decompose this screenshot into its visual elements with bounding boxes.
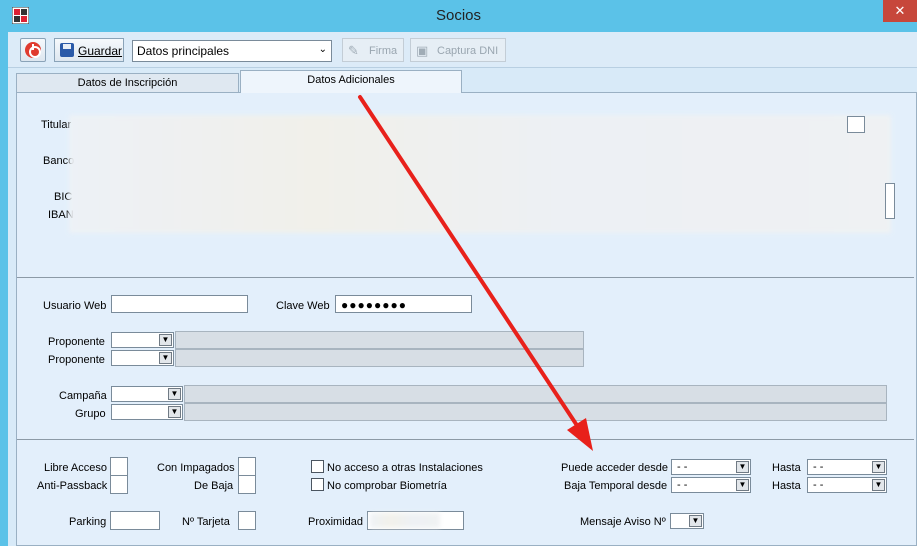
tab-strip: Datos de Inscripción Datos Adicionales	[8, 70, 917, 93]
baja-temporal-desde-value: - -	[677, 479, 688, 491]
baja-temporal-desde-date[interactable]: - - ▼	[671, 477, 751, 493]
window-title: Socios	[435, 7, 482, 24]
usuario-web-label: Usuario Web	[43, 300, 107, 312]
clave-web-value: ●●●●●●●●	[341, 298, 407, 312]
no-comprobar-biometria-checkbox[interactable]	[311, 478, 324, 491]
power-icon	[25, 42, 41, 58]
libre-acceso-label: Libre Acceso	[44, 462, 107, 474]
save-button[interactable]: Guardar	[54, 38, 124, 62]
de-baja-label: De Baja	[194, 480, 234, 492]
proximidad-input[interactable]	[367, 511, 464, 530]
de-baja-field[interactable]	[238, 475, 256, 494]
proponente-2-label: Proponente	[48, 354, 105, 366]
clave-web-label: Clave Web	[276, 300, 330, 312]
grupo-combo[interactable]: ▼	[111, 404, 183, 420]
usuario-web-input[interactable]	[111, 295, 248, 313]
parking-label: Parking	[69, 516, 107, 528]
campana-label: Campaña	[59, 390, 107, 402]
mensaje-aviso-label: Mensaje Aviso Nº	[580, 516, 666, 528]
proponente-2-name	[175, 349, 584, 367]
no-acceso-otras-label: No acceso a otras Instalaciones	[327, 462, 483, 474]
grupo-name	[184, 403, 887, 421]
anti-passback-label: Anti-Passback	[37, 480, 108, 492]
redacted-bank-fields	[69, 115, 891, 233]
id-card-icon: ▣	[416, 43, 429, 58]
no-acceso-otras-checkbox[interactable]	[311, 460, 324, 473]
dropdown-arrow-icon: ▼	[168, 406, 181, 418]
con-impagados-field[interactable]	[238, 457, 256, 476]
puede-acceder-desde-value: - -	[677, 461, 688, 473]
pen-icon: ✎	[348, 43, 359, 58]
redacted-proximidad	[370, 513, 440, 528]
tab-datos-adicionales[interactable]: Datos Adicionales	[240, 70, 462, 93]
save-label: Guardar	[78, 44, 123, 58]
tab-panel-datos-adicionales: Titular Banco BIC IBAN Usuario Web Clave…	[16, 92, 917, 546]
view-select[interactable]: Datos principales ⌄	[132, 40, 332, 62]
title-bar: Socios ✕	[0, 0, 917, 32]
proponente-1-combo[interactable]: ▼	[111, 332, 174, 348]
tab-datos-inscripcion[interactable]: Datos de Inscripción	[16, 73, 239, 93]
dropdown-arrow-icon: ▼	[689, 515, 702, 527]
dropdown-arrow-icon: ▼	[168, 388, 181, 400]
proponente-2-combo[interactable]: ▼	[111, 350, 174, 366]
floppy-disk-icon	[60, 43, 74, 57]
baja-temporal-desde-label: Baja Temporal desde	[564, 480, 668, 492]
hasta-1-date[interactable]: - - ▼	[807, 459, 887, 475]
dropdown-arrow-icon: ▼	[872, 461, 885, 473]
dropdown-arrow-icon: ▼	[872, 479, 885, 491]
view-select-value: Datos principales	[137, 44, 230, 58]
dropdown-arrow-icon: ▼	[159, 334, 172, 346]
parking-input[interactable]	[110, 511, 160, 530]
proximidad-label: Proximidad	[308, 516, 364, 528]
toolbar: Guardar Datos principales ⌄ ✎ Firma ▣ Ca…	[8, 32, 917, 68]
proponente-1-name	[175, 331, 584, 349]
no-comprobar-biometria-label: No comprobar Biometría	[327, 480, 447, 492]
puede-acceder-desde-label: Puede acceder desde	[561, 462, 669, 474]
hasta-2-label: Hasta	[772, 480, 801, 492]
num-tarjeta-input[interactable]	[238, 511, 256, 530]
separator-2	[17, 439, 914, 440]
mensaje-aviso-combo[interactable]: ▼	[670, 513, 704, 529]
firma-label: Firma	[369, 45, 398, 57]
con-impagados-label: Con Impagados	[157, 462, 235, 474]
titular-lookup-button[interactable]	[847, 116, 865, 133]
captura-dni-label: Captura DNI	[437, 45, 499, 57]
dropdown-arrow-icon: ▼	[159, 352, 172, 364]
close-button[interactable]: ✕	[883, 0, 917, 22]
campana-combo[interactable]: ▼	[111, 386, 183, 402]
dropdown-arrow-icon: ▼	[736, 461, 749, 473]
firma-button[interactable]: ✎ Firma	[342, 38, 404, 62]
campana-name	[184, 385, 887, 403]
hasta-2-date[interactable]: - - ▼	[807, 477, 887, 493]
chevron-down-icon: ⌄	[318, 44, 327, 55]
hasta-2-value: - -	[813, 479, 824, 491]
titular-label: Titular	[41, 119, 72, 131]
libre-acceso-field[interactable]	[110, 457, 128, 476]
anti-passback-field[interactable]	[110, 475, 128, 494]
client-area: Guardar Datos principales ⌄ ✎ Firma ▣ Ca…	[8, 32, 917, 546]
clave-web-input[interactable]: ●●●●●●●●	[335, 295, 472, 313]
iban-side-field[interactable]	[885, 183, 895, 219]
num-tarjeta-label: Nº Tarjeta	[182, 516, 230, 528]
power-button[interactable]	[20, 38, 46, 62]
separator-1	[17, 277, 914, 278]
hasta-1-label: Hasta	[772, 462, 801, 474]
hasta-1-value: - -	[813, 461, 824, 473]
captura-dni-button[interactable]: ▣ Captura DNI	[410, 38, 506, 62]
dropdown-arrow-icon: ▼	[736, 479, 749, 491]
proponente-1-label: Proponente	[48, 336, 105, 348]
grupo-label: Grupo	[75, 408, 106, 420]
puede-acceder-desde-date[interactable]: - - ▼	[671, 459, 751, 475]
